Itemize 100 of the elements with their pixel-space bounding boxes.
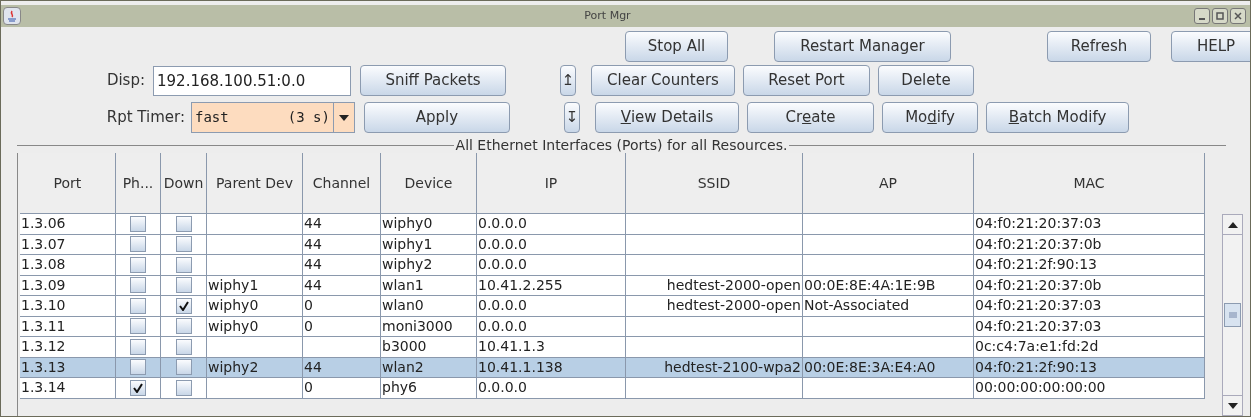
table-cell: 0.0.0.0: [478, 214, 527, 234]
scroll-thumb[interactable]: [1224, 303, 1241, 327]
table-cell: 10.41.2.255: [478, 275, 563, 295]
table-cell: 44: [304, 255, 322, 275]
table-cell: 0: [304, 378, 313, 398]
table-cell: hedtest-2000-open: [666, 296, 801, 316]
checkbox[interactable]: [130, 297, 146, 314]
toolbar-button[interactable]: Refresh: [1047, 31, 1151, 62]
table-row[interactable]: 1.3.08 44 wiphy2 0.0.0.0 04:f0:21:2f:90:13: [20, 255, 1205, 276]
toolbar-button[interactable]: Reset Port: [743, 65, 870, 96]
table-cell: wiphy2: [208, 357, 259, 377]
table-row[interactable]: 1.3.11 wiphy0 0 moni3000 0.0.0.0 04:f0:21:20:37:03: [20, 316, 1205, 337]
table-cell: 0.0.0.0: [478, 316, 527, 336]
window-title: Port Mgr: [583, 7, 632, 24]
table-cell: wlan1: [382, 275, 424, 295]
table-cell: 1.3.12: [21, 337, 66, 357]
checkbox[interactable]: [130, 277, 146, 294]
table-cell: wiphy2: [382, 255, 433, 275]
table-cell: 0c:c4:7a:e1:fd:2d: [975, 337, 1099, 357]
minimize-icon[interactable]: [1194, 8, 1210, 24]
toolbar-button[interactable]: Clear Counters: [591, 65, 735, 96]
maximize-icon[interactable]: [1212, 8, 1228, 24]
table-cell: 44: [304, 275, 322, 295]
table-cell: 10.41.1.3: [478, 337, 545, 357]
check-icon: [133, 382, 143, 393]
checkbox[interactable]: [175, 359, 192, 376]
close-icon[interactable]: [1230, 8, 1246, 24]
checkbox[interactable]: [175, 236, 192, 253]
table-cell: 44: [304, 214, 322, 234]
table-cell: wlan2: [382, 357, 424, 377]
move-down-button[interactable]: ↧: [564, 102, 580, 133]
table-row[interactable]: 1.3.12 b3000 10.41.1.3 0c:c4:7a:e1:fd:2d: [20, 337, 1205, 358]
table-cell: 04:f0:21:2f:90:13: [975, 255, 1097, 275]
table-cell: b3000: [382, 337, 427, 357]
checkbox[interactable]: [175, 215, 192, 232]
checkbox[interactable]: [175, 277, 192, 294]
table-cell: 04:f0:21:20:37:0b: [975, 275, 1102, 295]
table-cell: hedtest-2000-open: [666, 275, 801, 295]
disp-field[interactable]: 192.168.100.51:0.0: [153, 65, 351, 96]
app-icon: [3, 7, 21, 25]
table-cell: 04:f0:21:20:37:0b: [975, 234, 1102, 254]
table-cell: 1.3.09: [21, 275, 66, 295]
checkbox[interactable]: [130, 215, 146, 232]
checkbox[interactable]: [130, 359, 146, 376]
table-cell: wiphy1: [208, 275, 259, 295]
table-row[interactable]: 1.3.06 44 wiphy0 0.0.0.0 04:f0:21:20:37:03: [20, 214, 1205, 235]
table-cell: 04:f0:21:2f:90:13: [975, 357, 1097, 377]
toolbar-button[interactable]: Apply: [364, 102, 510, 133]
move-up-button[interactable]: ↥: [560, 65, 576, 96]
table-cell: 00:00:00:00:00:00: [975, 378, 1106, 398]
toolbar-button[interactable]: Delete: [878, 65, 974, 96]
checkbox[interactable]: [175, 256, 192, 273]
toolbar-button[interactable]: Batch Modify: [986, 102, 1129, 133]
table-cell: wiphy1: [382, 234, 433, 254]
checkbox[interactable]: [130, 379, 146, 396]
timer-label: Rpt Timer:: [105, 107, 186, 129]
table-cell: moni3000: [382, 316, 453, 336]
table-cell: 0.0.0.0: [478, 378, 527, 398]
table-cell: 1.3.07: [21, 234, 66, 254]
table-cell: wiphy0: [382, 214, 433, 234]
checkbox[interactable]: [130, 236, 146, 253]
table-cell: Not-Associated: [804, 296, 910, 316]
table-cell: 10.41.1.138: [478, 357, 563, 377]
table-cell: 1.3.06: [21, 214, 66, 234]
table-row[interactable]: 1.3.14 0 phy6 0.0.0.0 00:00:00:00:00:00: [20, 378, 1205, 399]
table-row[interactable]: 1.3.13 wiphy2 44 wlan2 10.41.1.138 hedtest-2100-wpa2 00:0E:8E:3A:E4:A0 04:f0:21:2f:90:13: [20, 357, 1205, 378]
table-cell: wiphy0: [208, 316, 259, 336]
table-cell: 1.3.08: [21, 255, 66, 275]
table-cell: 44: [304, 234, 322, 254]
checkbox[interactable]: [175, 379, 192, 396]
table-cell: 00:0E:8E:3A:E4:A0: [804, 357, 936, 377]
table-cell: wlan0: [382, 296, 424, 316]
table-cell: 0: [304, 296, 313, 316]
checkbox[interactable]: [130, 256, 146, 273]
toolbar-button[interactable]: Create: [747, 102, 874, 133]
table-cell: 1.3.10: [21, 296, 66, 316]
disp-label: Disp:: [105, 70, 146, 92]
check-icon: [178, 300, 189, 311]
table-cell: 1.3.13: [21, 357, 66, 377]
toolbar-button[interactable]: Sniff Packets: [360, 65, 506, 96]
scrollbar[interactable]: [1222, 214, 1243, 416]
toolbar-button[interactable]: Restart Manager: [774, 31, 951, 62]
table-cell: 04:f0:21:20:37:03: [975, 214, 1102, 234]
table-row[interactable]: 1.3.07 44 wiphy1 0.0.0.0 04:f0:21:20:37:0b: [20, 234, 1205, 255]
table-cell: 44: [304, 357, 322, 377]
timer-dropdown[interactable]: fast (3 s): [191, 102, 355, 133]
checkbox[interactable]: [175, 338, 192, 355]
checkbox[interactable]: [175, 297, 192, 314]
toolbar-button[interactable]: HELP: [1171, 31, 1250, 62]
table-cell: 0.0.0.0: [478, 296, 527, 316]
checkbox[interactable]: [130, 338, 146, 355]
toolbar-button[interactable]: Modify: [882, 102, 978, 133]
table-cell: 1.3.11: [21, 316, 66, 336]
toolbar-button[interactable]: View Details: [595, 102, 739, 133]
checkbox[interactable]: [130, 318, 146, 335]
table-row[interactable]: 1.3.09 wiphy1 44 wlan1 10.41.2.255 hedtest-2000-open 00:0E:8E:4A:1E:9B 04:f0:21:20:37:0b: [20, 275, 1205, 296]
table-row[interactable]: 1.3.10 wiphy0 0 wlan0 0.0.0.0 hedtest-2000-open Not-Associated 04:f0:21:20:37:03: [20, 296, 1205, 317]
checkbox[interactable]: [175, 318, 192, 335]
group-title: All Ethernet Interfaces (Ports) for all Resources.: [454, 135, 789, 155]
toolbar-button[interactable]: Stop All: [625, 31, 728, 62]
